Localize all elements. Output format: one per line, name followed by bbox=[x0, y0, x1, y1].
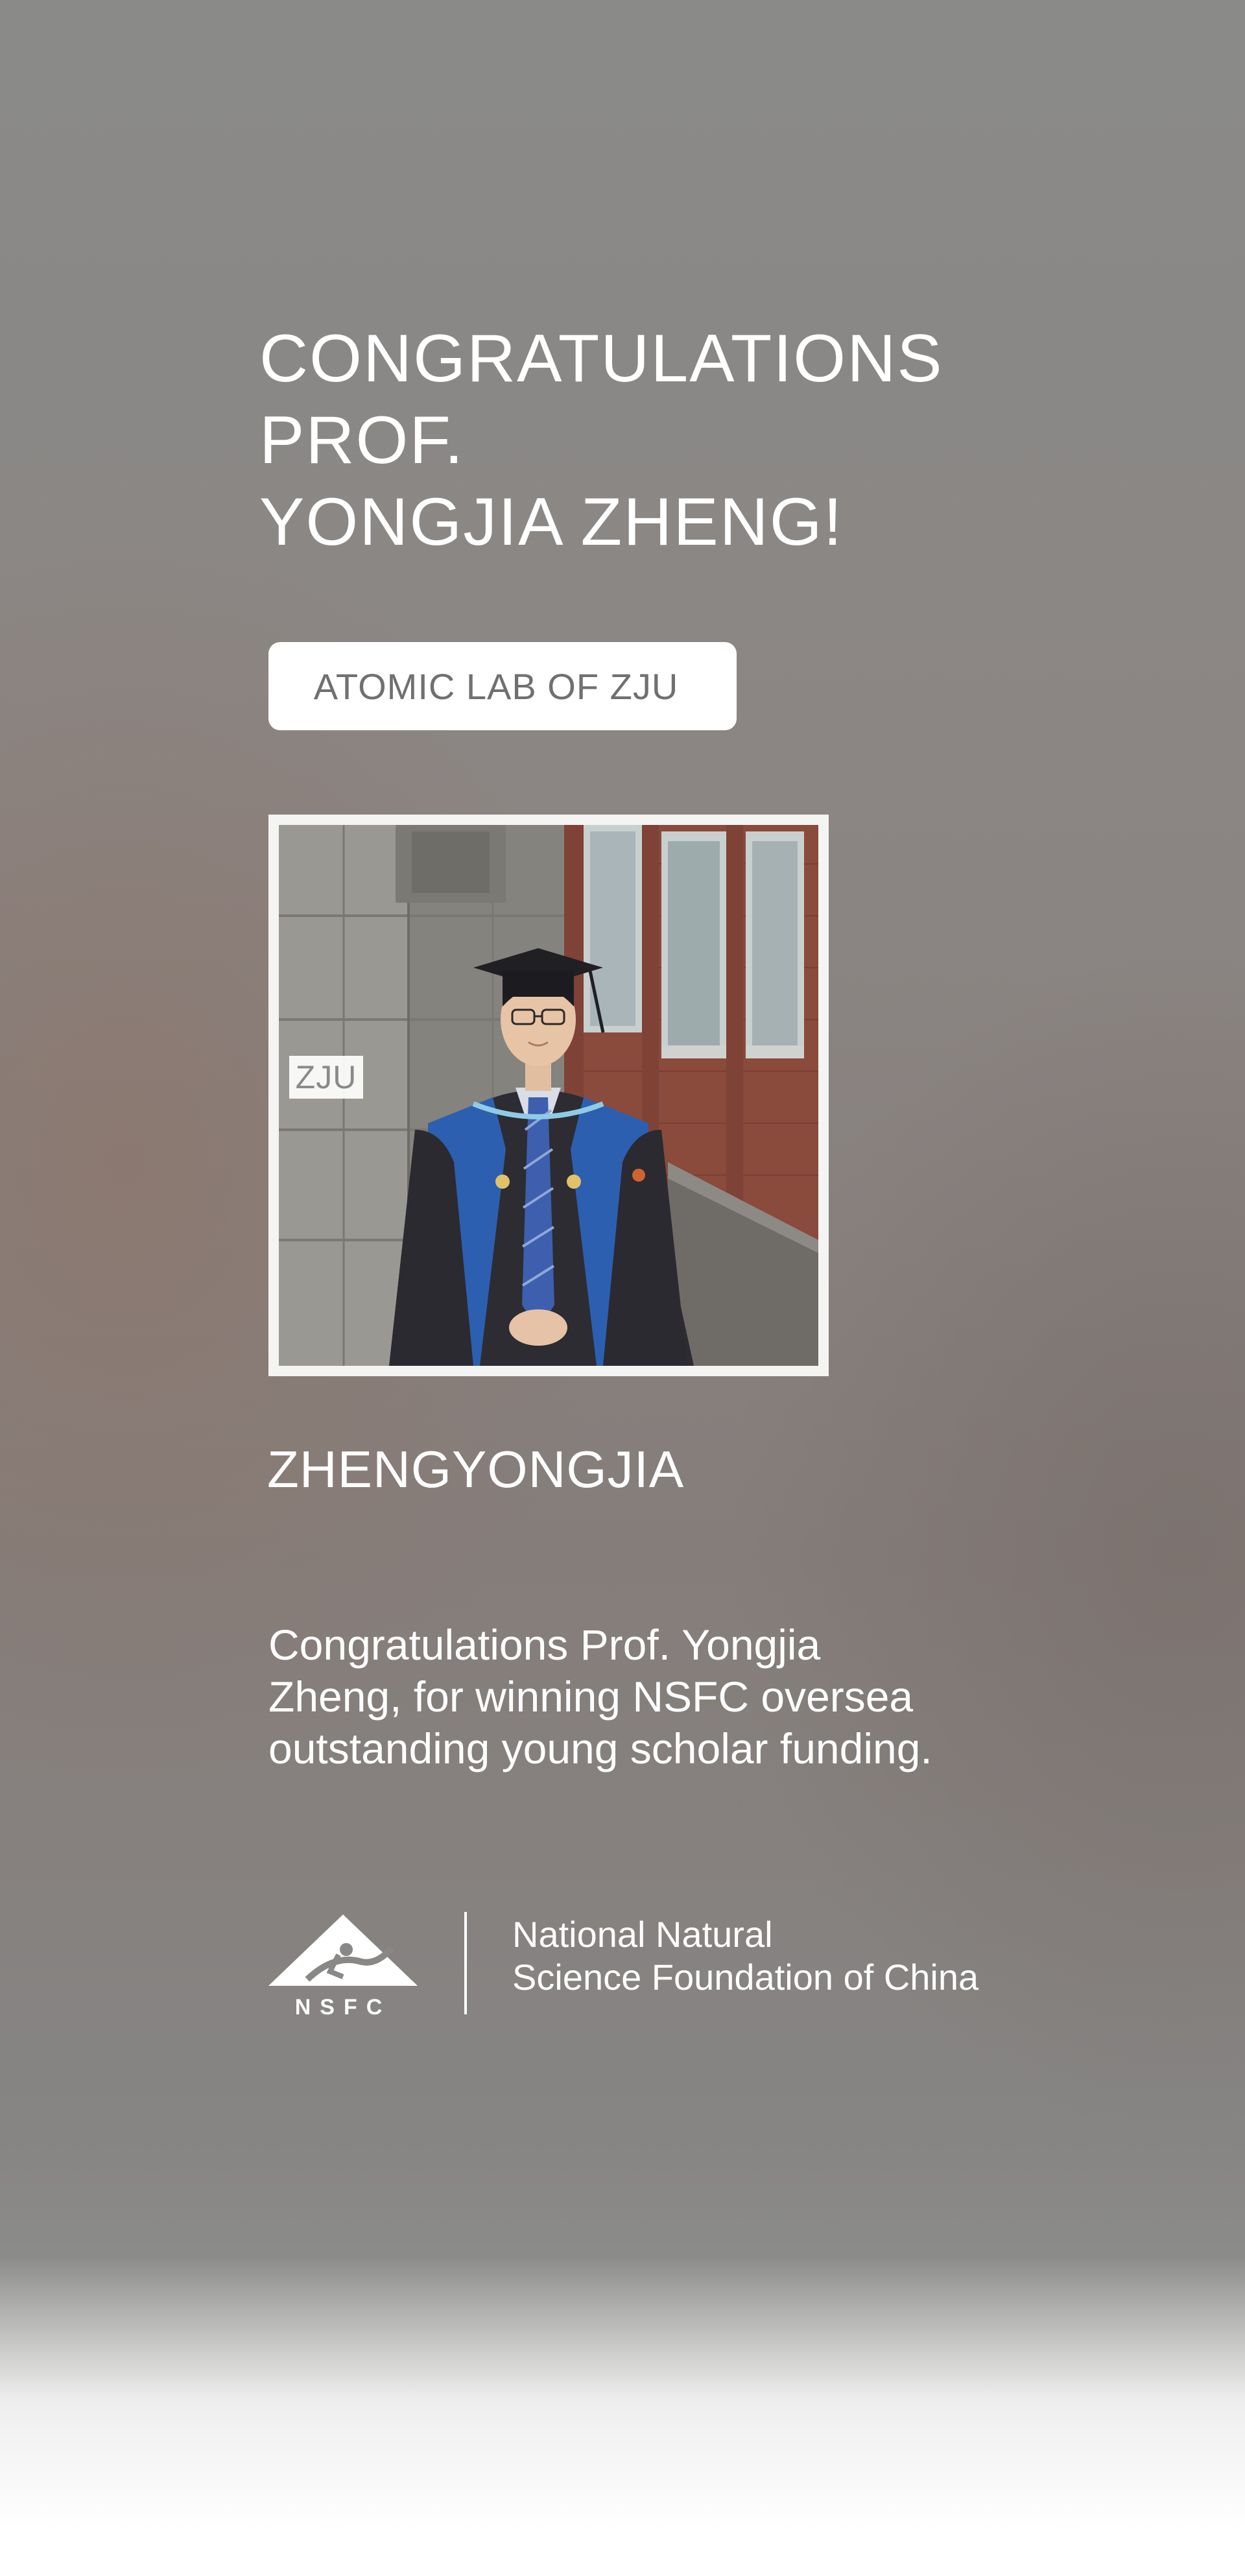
photo-tag: ZJU bbox=[289, 1056, 363, 1099]
announcement-line-2: Zheng, for winning NSFC oversea bbox=[268, 1673, 914, 1721]
announcement-text: Congratulations Prof. Yongjia Zheng, for… bbox=[268, 1619, 1047, 1774]
logo-divider bbox=[464, 1912, 467, 2014]
headline: CONGRATULATIONS PROF. YONGJIA ZHENG! bbox=[259, 318, 1038, 563]
announcement-line-3: outstanding young scholar funding. bbox=[268, 1724, 932, 1772]
lab-badge-label: ATOMIC LAB OF ZJU bbox=[313, 665, 679, 707]
headline-line-1: CONGRATULATIONS bbox=[259, 321, 943, 396]
person-name: ZHENGYONGJIA bbox=[267, 1440, 685, 1498]
lab-badge: ATOMIC LAB OF ZJU bbox=[268, 642, 737, 730]
nsfc-logo-icon: NSFC bbox=[268, 1914, 418, 2020]
headline-line-2: PROF. bbox=[259, 403, 465, 478]
portrait-photo-frame: ZJU bbox=[268, 815, 829, 1376]
announcement-line-1: Congratulations Prof. Yongjia bbox=[268, 1621, 821, 1669]
headline-line-3: YONGJIA ZHENG! bbox=[259, 484, 844, 560]
organization-name: National Natural Science Foundation of C… bbox=[512, 1913, 978, 1999]
organization-name-line-2: Science Foundation of China bbox=[512, 1957, 979, 1998]
organization-name-line-1: National Natural bbox=[512, 1914, 773, 1955]
photo-tag-label: ZJU bbox=[295, 1059, 357, 1095]
nsfc-logo-text: NSFC bbox=[295, 1995, 392, 2020]
portrait-photo: ZJU bbox=[279, 825, 818, 1366]
